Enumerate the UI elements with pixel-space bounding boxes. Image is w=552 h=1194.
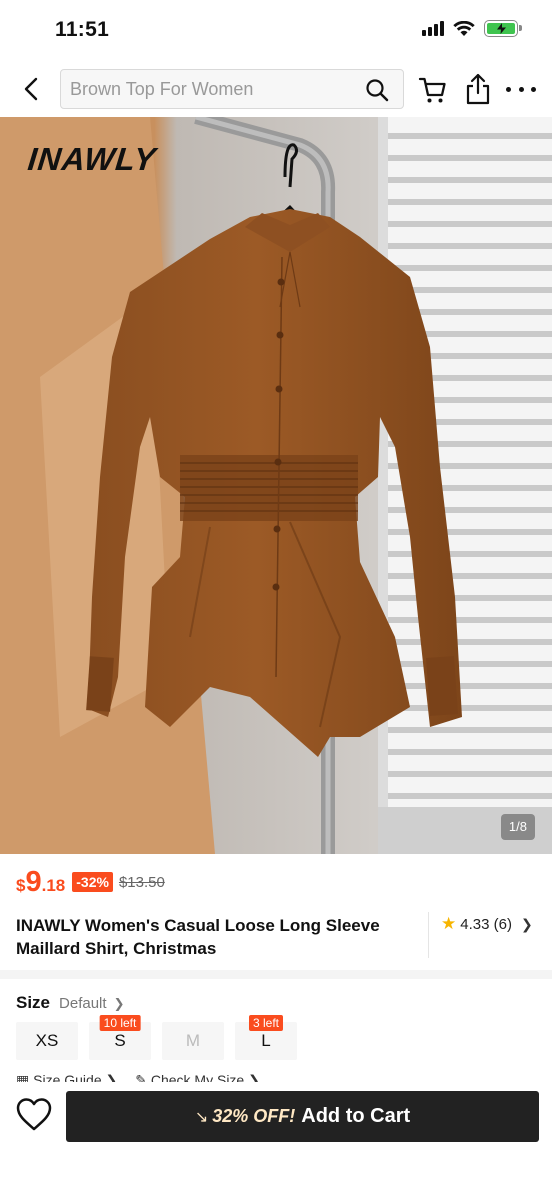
cellular-signal-icon	[422, 21, 444, 36]
size-label: Size	[16, 993, 51, 1012]
more-options-button[interactable]	[506, 82, 536, 96]
size-option-xs[interactable]: XS	[16, 1022, 78, 1060]
size-default-value: Default	[59, 995, 107, 1012]
status-time: 11:51	[55, 18, 110, 41]
chevron-right-icon: ❯	[113, 996, 125, 1011]
heart-icon	[16, 1098, 52, 1131]
product-title-block: INAWLY Women's Casual Loose Long Sleeve …	[16, 914, 426, 960]
wifi-icon	[453, 20, 475, 36]
chevron-left-icon	[24, 77, 38, 101]
product-image-gallery[interactable]: INAWLY 1/8	[0, 117, 552, 854]
price-currency: $	[16, 876, 26, 895]
back-button[interactable]	[18, 74, 46, 104]
search-bar[interactable]	[60, 69, 404, 109]
cart-button[interactable]	[418, 75, 448, 105]
add-to-cart-button[interactable]: ↘ 32% OFF! Add to Cart	[66, 1091, 539, 1142]
wishlist-button[interactable]	[14, 1096, 54, 1134]
price-integer: 9	[25, 866, 42, 898]
search-header	[0, 62, 552, 117]
size-header[interactable]: Size Default ❯	[16, 993, 124, 1013]
trend-down-icon: ↘	[194, 1108, 209, 1126]
price-row: $ 9 .18 -32% $13.50	[16, 866, 165, 900]
battery-charging-icon	[484, 20, 522, 37]
search-icon[interactable]	[365, 78, 389, 102]
size-option-label: M	[185, 1031, 201, 1050]
size-option-label: XS	[35, 1031, 59, 1050]
size-option-s[interactable]: 10 left S	[89, 1015, 151, 1060]
more-icon	[506, 86, 511, 92]
size-option-label: L	[261, 1031, 271, 1050]
cart-icon	[418, 77, 446, 103]
size-option-l[interactable]: 3 left L	[235, 1015, 297, 1060]
product-photo	[0, 117, 552, 854]
size-option-m[interactable]: M	[162, 1022, 224, 1060]
star-icon: ★	[441, 914, 457, 933]
stock-tag: 10 left	[99, 1015, 141, 1031]
original-price: $13.50	[118, 874, 165, 891]
section-divider	[0, 970, 552, 979]
status-icons	[422, 20, 522, 37]
status-bar: 11:51	[0, 0, 552, 62]
bottom-action-bar: ↘ 32% OFF! Add to Cart	[0, 1082, 552, 1194]
add-to-cart-label: Add to Cart	[301, 1105, 411, 1127]
rating-value: 4.33 (6)	[460, 916, 512, 933]
image-counter: 1/8	[500, 814, 535, 840]
search-input[interactable]	[70, 70, 350, 108]
product-title: INAWLY Women's Casual Loose Long Sleeve …	[16, 916, 380, 958]
share-icon	[466, 73, 490, 105]
stock-tag: 3 left	[248, 1015, 284, 1031]
rating-block[interactable]: ★ 4.33 (6) ❯	[428, 912, 543, 958]
chevron-right-icon: ❯	[520, 916, 533, 932]
cart-promo: 32% OFF!	[212, 1106, 296, 1126]
share-button[interactable]	[464, 73, 492, 105]
brand-logo: INAWLY	[26, 141, 159, 177]
size-options: XS 10 left S M 3 left L	[16, 1015, 297, 1060]
size-option-label: S	[114, 1031, 126, 1050]
price-decimal: .18	[41, 876, 66, 895]
discount-badge: -32%	[72, 872, 113, 892]
